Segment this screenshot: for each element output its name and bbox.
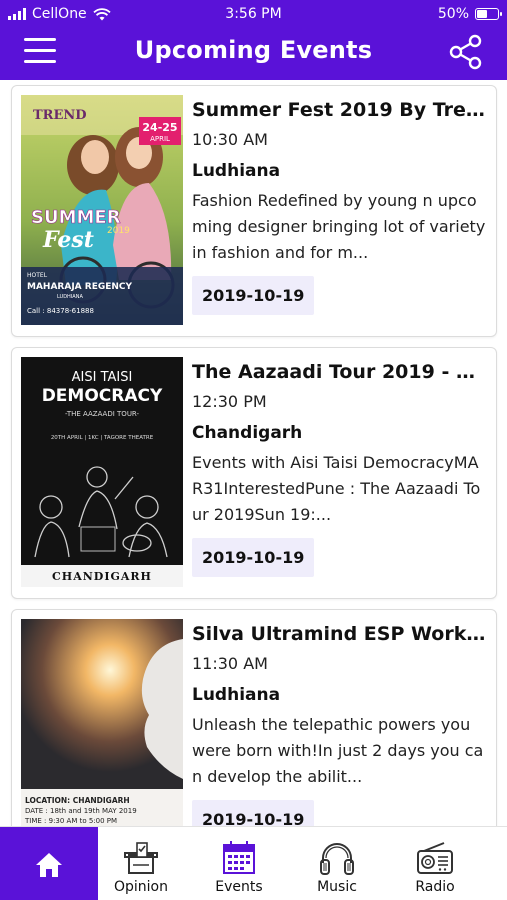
poster-month: APRIL bbox=[150, 135, 170, 143]
poster-headline: SUMMER bbox=[31, 207, 121, 228]
battery-indicator: 50% bbox=[437, 6, 502, 22]
radio-icon bbox=[417, 842, 453, 874]
event-title[interactable]: Silva Ultramind ESP Works... bbox=[192, 620, 488, 648]
tab-opinion[interactable]: Opinion bbox=[93, 827, 189, 900]
event-poster-image: TREND 24-25 APRIL SUMMER Fest 2019 HOTEL… bbox=[21, 95, 183, 325]
poster-venue-label: HOTEL bbox=[27, 272, 48, 279]
app-header: CellOne 3:56 PM 50% Upcoming Events bbox=[0, 0, 507, 80]
poster-details: 20TH APRIL | 1KC | TAGORE THEATRE bbox=[51, 435, 154, 441]
event-card[interactable]: TREND 24-25 APRIL SUMMER Fest 2019 HOTEL… bbox=[11, 85, 497, 337]
tab-radio-label: Radio bbox=[415, 879, 455, 895]
status-bar: CellOne 3:56 PM 50% bbox=[0, 0, 507, 28]
poster-year: 2019 bbox=[107, 226, 130, 236]
poster-line2: DEMOCRACY bbox=[42, 386, 163, 406]
poster-dates: 24-25 bbox=[142, 121, 177, 134]
event-date-badge: 2019-10-19 bbox=[192, 538, 315, 577]
event-city: Ludhiana bbox=[192, 685, 281, 705]
tab-music[interactable]: Music bbox=[289, 827, 385, 900]
battery-percent: 50% bbox=[437, 6, 469, 22]
poster-line3: -THE AAZAADI TOUR- bbox=[65, 410, 140, 418]
page-title: Upcoming Events bbox=[134, 36, 373, 64]
headphones-icon bbox=[320, 843, 354, 875]
ballot-box-icon bbox=[124, 842, 158, 874]
tab-events[interactable]: Events bbox=[191, 827, 287, 900]
event-description: Fashion Redefined by young n upcoming de… bbox=[192, 191, 486, 262]
event-poster-image: LOCATION: CHANDIGARH DATE : 18th and 19t… bbox=[21, 619, 183, 826]
tab-opinion-label: Opinion bbox=[114, 879, 168, 895]
events-list[interactable]: TREND 24-25 APRIL SUMMER Fest 2019 HOTEL… bbox=[0, 80, 507, 826]
battery-icon bbox=[475, 8, 502, 20]
tab-home[interactable] bbox=[0, 827, 98, 900]
poster-footer: CHANDIGARH bbox=[52, 570, 152, 583]
home-icon bbox=[36, 853, 62, 877]
event-title[interactable]: The Aazaadi Tour 2019 - Ch... bbox=[192, 358, 488, 386]
calendar-icon bbox=[223, 841, 255, 874]
poster-headline2: Fest bbox=[42, 227, 94, 253]
poster-line1: AISI TAISI bbox=[72, 370, 133, 385]
event-time: 10:30 AM bbox=[192, 130, 268, 149]
event-city: Ludhiana bbox=[192, 161, 281, 181]
poster-time-line: TIME : 9:30 AM to 5:00 PM bbox=[24, 817, 117, 825]
share-icon[interactable] bbox=[449, 34, 483, 70]
event-card[interactable]: AISI TAISI DEMOCRACY -THE AAZAADI TOUR- … bbox=[11, 347, 497, 599]
poster-phone: Call : 84378-61888 bbox=[27, 307, 94, 315]
event-title[interactable]: Summer Fest 2019 By Tren... bbox=[192, 96, 488, 124]
poster-venue-city: LUDHIANA bbox=[57, 294, 83, 300]
event-date-badge: 2019-10-19 bbox=[192, 276, 315, 315]
event-card[interactable]: LOCATION: CHANDIGARH DATE : 18th and 19t… bbox=[11, 609, 497, 826]
event-time: 11:30 AM bbox=[192, 654, 268, 673]
event-date-badge: 2019-10-19 bbox=[192, 800, 315, 826]
event-description: Unleash the telepathic powers you were b… bbox=[192, 715, 484, 786]
tab-music-label: Music bbox=[317, 879, 357, 895]
clock: 3:56 PM bbox=[225, 6, 282, 22]
poster-venue: MAHARAJA REGENCY bbox=[27, 282, 133, 292]
event-city: Chandigarh bbox=[192, 423, 303, 443]
bottom-tab-bar: Opinion Events Music Radio bbox=[0, 826, 507, 900]
tab-radio[interactable]: Radio bbox=[387, 827, 483, 900]
event-time: 12:30 PM bbox=[192, 392, 267, 411]
tab-events-label: Events bbox=[215, 879, 263, 895]
event-poster-image: AISI TAISI DEMOCRACY -THE AAZAADI TOUR- … bbox=[21, 357, 183, 587]
poster-location: LOCATION: CHANDIGARH bbox=[25, 796, 130, 805]
poster-brand: TREND bbox=[33, 108, 87, 123]
poster-date-line: DATE : 18th and 19th MAY 2019 bbox=[25, 807, 137, 815]
event-description: Events with Aisi Taisi DemocracyMAR31Int… bbox=[192, 453, 481, 524]
